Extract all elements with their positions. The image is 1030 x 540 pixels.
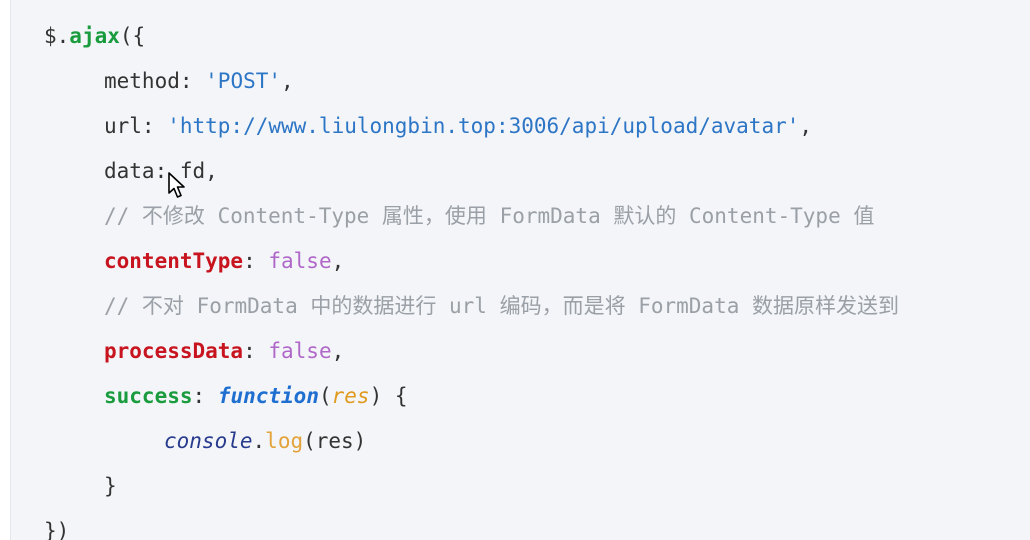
code-token-plain: : — [192, 384, 218, 408]
code-token-log: log — [265, 429, 304, 453]
code-line: // 不对 FormData 中的数据进行 url 编码，而是将 FormDat… — [104, 288, 899, 324]
code-token-plain: , — [331, 249, 345, 273]
code-token-plain: url: — [104, 114, 168, 138]
code-token-plain: : — [243, 249, 269, 273]
code-token-comment: // 不对 FormData 中的数据进行 url 编码，而是将 FormDat… — [104, 294, 900, 318]
code-token-plain: , — [281, 69, 294, 93]
code-line: // 不修改 Content-Type 属性，使用 FormData 默认的 C… — [104, 198, 874, 234]
code-line: console.log(res) — [164, 423, 366, 459]
code-token-plain: ({ — [119, 24, 146, 48]
code-token-plain: $. — [44, 24, 70, 48]
code-token-plain: . — [252, 429, 266, 453]
code-token-plain: } — [104, 474, 117, 498]
code-token-prop-green: success — [104, 384, 193, 408]
code-line: data: fd, — [104, 153, 218, 189]
code-token-plain: : — [243, 339, 269, 363]
code-token-prop-red: contentType — [104, 249, 244, 273]
code-token-prop-red: processData — [104, 339, 244, 363]
code-token-method: ajax — [69, 24, 120, 48]
code-token-plain: (res) — [303, 429, 367, 453]
code-token-plain: ( — [318, 384, 332, 408]
code-token-console: console — [164, 429, 253, 453]
page: $.ajax({method: 'POST', url: 'http://www.… — [0, 0, 1030, 540]
code-token-plain: , — [799, 114, 813, 138]
code-line: }) — [44, 513, 69, 540]
code-token-plain: data: fd, — [104, 159, 218, 183]
code-token-plain: ) { — [369, 384, 408, 408]
code-line: contentType: false, — [104, 243, 344, 279]
code-token-plain: method: — [104, 69, 206, 93]
code-token-bool: false — [268, 249, 332, 273]
code-line: url: 'http://www.liulongbin.top:3006/api… — [104, 108, 812, 144]
code-line: $.ajax({ — [44, 18, 145, 54]
code-token-bool: false — [268, 339, 332, 363]
code-block: $.ajax({method: 'POST', url: 'http://www.… — [10, 0, 1030, 540]
code-line: method: 'POST', — [104, 63, 294, 99]
code-token-param: res — [331, 384, 370, 408]
code-line: success: function(res) { — [104, 378, 408, 414]
code-line: } — [104, 468, 117, 504]
mouse-pointer-icon — [168, 172, 185, 198]
code-token-keyword: function — [217, 384, 319, 408]
code-token-plain: }) — [44, 519, 70, 540]
code-token-string: 'POST' — [205, 69, 282, 93]
code-token-plain: , — [331, 339, 345, 363]
code-token-string: 'http://www.liulongbin.top:3006/api/uplo… — [167, 114, 800, 138]
code-line: processData: false, — [104, 333, 344, 369]
code-token-comment: // 不修改 Content-Type 属性，使用 FormData 默认的 C… — [104, 204, 875, 228]
